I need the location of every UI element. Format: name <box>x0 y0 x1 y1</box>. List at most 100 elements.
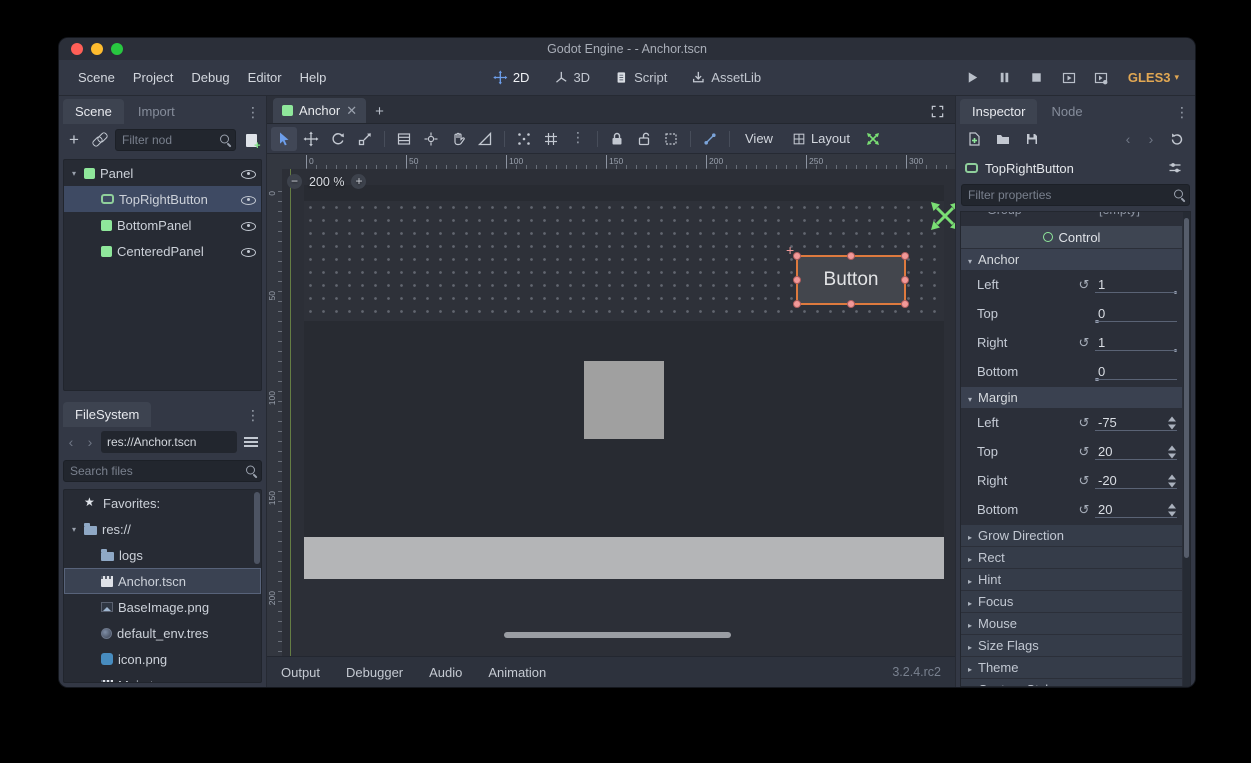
ruler-mode-button[interactable] <box>472 127 498 151</box>
scene-tree-row[interactable]: BottomPanel <box>64 212 261 238</box>
spinner-icon[interactable] <box>1168 474 1177 487</box>
spinner-icon[interactable] <box>1168 503 1177 516</box>
play-custom-scene-button[interactable] <box>1090 67 1112 89</box>
select-tool-button[interactable] <box>271 127 297 151</box>
section-header-margin[interactable]: Margin <box>961 387 1182 408</box>
collapsed-section-header[interactable]: Mouse <box>961 613 1182 634</box>
file-tree-row[interactable]: Main.tscn <box>64 672 261 683</box>
scene-filter-input[interactable] <box>115 129 236 151</box>
dock-tab[interactable]: Node <box>1039 99 1094 124</box>
inspector-scrollbar[interactable] <box>1183 212 1190 686</box>
move-tool-button[interactable] <box>298 127 324 151</box>
tab-assetlib[interactable]: AssetLib <box>682 66 770 89</box>
play-scene-button[interactable] <box>1058 67 1080 89</box>
load-resource-button[interactable] <box>992 128 1014 150</box>
play-button[interactable] <box>962 67 984 89</box>
property-value-field[interactable]: 0 <box>1093 303 1179 324</box>
file-tree-row[interactable]: BaseImage.png <box>64 594 261 620</box>
tree-caret-icon[interactable] <box>69 169 79 178</box>
visibility-eye-icon[interactable] <box>241 218 256 233</box>
history-forward-button[interactable]: › <box>1143 131 1159 147</box>
menu-item[interactable]: Project <box>124 65 182 90</box>
view-menu[interactable]: View <box>736 128 782 149</box>
revert-icon[interactable] <box>1075 335 1093 351</box>
dock-menu-icon[interactable]: ⋮ <box>1173 104 1191 124</box>
visibility-eye-icon[interactable] <box>241 192 256 207</box>
property-value-field[interactable]: 20 <box>1093 499 1179 520</box>
scene-tree-row[interactable]: TopRightButton <box>64 186 261 212</box>
history-back-button[interactable]: ‹ <box>1120 131 1136 147</box>
tab-script[interactable]: Script <box>605 66 676 89</box>
horizontal-scrollbar[interactable] <box>504 632 731 638</box>
lock-object-button[interactable] <box>604 127 630 151</box>
new-scene-tab-button[interactable]: + <box>366 100 393 123</box>
file-tree-row[interactable]: icon.png <box>64 646 261 672</box>
canvas-surface[interactable]: Button + <box>282 169 955 656</box>
selected-button-node[interactable]: Button + <box>796 255 906 305</box>
group-object-button[interactable] <box>658 127 684 151</box>
menu-item[interactable]: Debug <box>182 65 238 90</box>
visibility-eye-icon[interactable] <box>241 244 256 259</box>
file-search-input[interactable] <box>63 460 262 482</box>
selection-handle[interactable] <box>901 300 909 308</box>
collapsed-section-header[interactable]: Hint <box>961 569 1182 590</box>
filesystem-tab[interactable]: FileSystem <box>63 402 151 427</box>
bottom-panel-tab[interactable]: Output <box>281 665 320 680</box>
add-node-button[interactable] <box>63 129 85 151</box>
file-tree-row[interactable]: Favorites: <box>64 490 261 516</box>
section-header-anchor[interactable]: Anchor <box>961 249 1182 270</box>
selection-handle[interactable] <box>901 252 909 260</box>
selection-handle[interactable] <box>847 252 855 260</box>
menu-item[interactable]: Editor <box>239 65 291 90</box>
game-viewport[interactable]: Button + <box>304 185 944 579</box>
collapsed-section-header[interactable]: Focus <box>961 591 1182 612</box>
spinner-icon[interactable] <box>1168 445 1177 458</box>
anchor-gizmo-icon[interactable] <box>928 199 955 233</box>
show-selection-list-button[interactable] <box>391 127 417 151</box>
distraction-free-button[interactable] <box>930 104 945 119</box>
collapsed-section-header[interactable]: Rect <box>961 547 1182 568</box>
layout-menu[interactable]: Layout <box>783 128 859 149</box>
scene-tree-row[interactable]: Panel <box>64 160 261 186</box>
snap-options-button[interactable]: ⋮ <box>565 127 591 151</box>
renderer-dropdown[interactable]: GLES3 ▾ <box>1122 67 1185 88</box>
revert-icon[interactable] <box>1075 415 1093 431</box>
file-tree-scrollbar[interactable] <box>254 492 260 564</box>
property-value-field[interactable]: -20 <box>1093 470 1179 491</box>
attach-script-button[interactable] <box>240 129 262 151</box>
scene-tree-row[interactable]: CenteredPanel <box>64 238 261 264</box>
smart-snap-button[interactable] <box>511 127 537 151</box>
revert-icon[interactable] <box>1075 502 1093 518</box>
selection-handle[interactable] <box>793 252 801 260</box>
file-tree-row[interactable]: Anchor.tscn <box>64 568 261 594</box>
ruler-vertical[interactable]: 050100150200 <box>267 169 283 656</box>
close-button[interactable] <box>71 43 83 55</box>
unlock-object-button[interactable] <box>631 127 657 151</box>
selection-handle[interactable] <box>901 276 909 284</box>
collapsed-section-header[interactable]: Size Flags <box>961 635 1182 656</box>
dock-tab[interactable]: Scene <box>63 99 124 124</box>
pause-button[interactable] <box>994 67 1016 89</box>
dock-tab[interactable]: Inspector <box>960 99 1037 124</box>
maximize-button[interactable] <box>111 43 123 55</box>
object-history-button[interactable] <box>1166 128 1188 150</box>
menu-item[interactable]: Scene <box>69 65 124 90</box>
revert-icon[interactable] <box>1075 444 1093 460</box>
anchor-presets-button[interactable] <box>860 127 886 151</box>
property-value-field[interactable]: 1 <box>1093 274 1179 295</box>
filesystem-display-mode-button[interactable] <box>240 431 262 453</box>
zoom-in-button[interactable]: + <box>351 174 366 189</box>
file-tree-row[interactable]: logs <box>64 542 261 568</box>
tab-3d[interactable]: 3D <box>544 66 599 89</box>
menu-item[interactable]: Help <box>291 65 336 90</box>
minimize-button[interactable] <box>91 43 103 55</box>
selection-handle[interactable] <box>793 300 801 308</box>
bottom-panel-tab[interactable]: Audio <box>429 665 462 680</box>
visibility-eye-icon[interactable] <box>241 166 256 181</box>
property-value-field[interactable]: 20 <box>1093 441 1179 462</box>
file-tree-row[interactable]: res:// <box>64 516 261 542</box>
collapsed-section-header[interactable]: Grow Direction <box>961 525 1182 546</box>
stop-button[interactable] <box>1026 67 1048 89</box>
object-tools-button[interactable] <box>1164 157 1186 179</box>
pan-tool-button[interactable] <box>445 127 471 151</box>
